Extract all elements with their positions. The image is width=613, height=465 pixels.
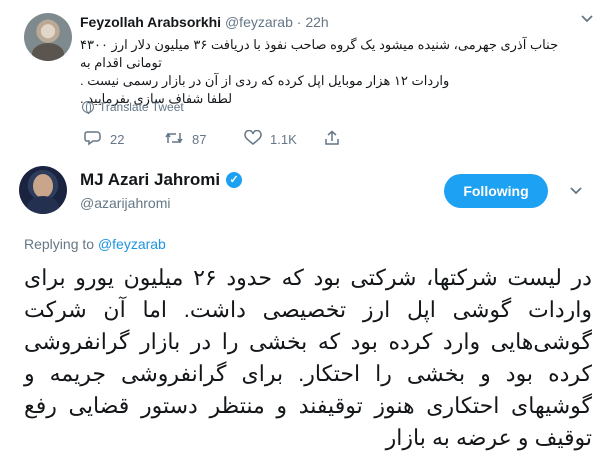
like-button[interactable]: 1.1K (244, 129, 324, 149)
share-button[interactable] (324, 130, 404, 149)
tweet-text-line: جناب آذری جهرمی، شنیده میشود یک گروه صاح… (80, 37, 559, 70)
share-icon (324, 130, 340, 149)
tweet-text-line: واردات ۱۲ هزار موبایل اپل کرده که ردی از… (80, 73, 450, 88)
tweet-text: در لیست شرکتها، شرکتی بود که حدود ۲۶ میل… (24, 262, 592, 454)
replying-to: Replying to @feyzarab (24, 236, 166, 252)
caret-down-icon[interactable] (570, 184, 582, 198)
tweet-timestamp[interactable]: 22h (305, 14, 328, 30)
separator-dot: · (296, 14, 302, 30)
translate-tweet-link[interactable]: Translate Tweet (82, 100, 184, 114)
retweet-button[interactable]: 87 (164, 130, 244, 149)
caret-down-icon[interactable] (581, 12, 593, 26)
reply-count: 22 (110, 132, 125, 147)
translate-label: Translate Tweet (99, 100, 184, 114)
avatar[interactable] (24, 13, 72, 61)
retweet-count: 87 (192, 132, 207, 147)
like-icon (244, 129, 262, 149)
replying-prefix: Replying to (24, 236, 95, 252)
retweet-icon (164, 130, 184, 149)
tweet-text-paragraph: در لیست شرکتها، شرکتی بود که حدود ۲۶ میل… (24, 265, 593, 450)
author-handle[interactable]: @feyzarab (225, 14, 293, 30)
globe-icon (82, 101, 94, 114)
reply-icon (84, 130, 102, 149)
tweet-text: جناب آذری جهرمی، شنیده میشود یک گروه صاح… (80, 36, 590, 108)
like-count: 1.1K (270, 132, 297, 147)
author-name-row[interactable]: MJ Azari Jahromi ✓ (80, 170, 243, 190)
author-name[interactable]: Feyzollah Arabsorkhi (80, 14, 221, 30)
quoted-tweet[interactable]: Feyzollah Arabsorkhi @feyzarab · 22h جنا… (0, 0, 613, 160)
following-button[interactable]: Following (444, 174, 548, 208)
replying-handle-link[interactable]: @feyzarab (98, 236, 166, 252)
author-handle[interactable]: @azarijahromi (80, 195, 170, 211)
avatar[interactable] (19, 166, 67, 214)
tweet-header: Feyzollah Arabsorkhi @feyzarab · 22h (80, 14, 329, 30)
verified-icon: ✓ (226, 172, 243, 188)
tweet-actions: 22 87 1.1K (84, 129, 404, 149)
author-name[interactable]: MJ Azari Jahromi (80, 170, 220, 190)
reply-button[interactable]: 22 (84, 130, 164, 149)
